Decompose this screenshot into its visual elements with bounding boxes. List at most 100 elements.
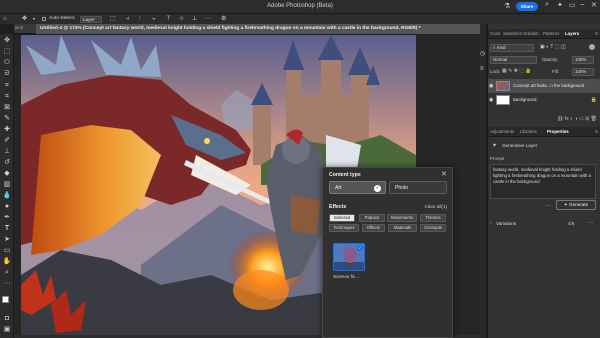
hand-icon[interactable]: ✋ — [2, 257, 12, 267]
clear-all-link[interactable]: Clear all(1) — [425, 204, 447, 209]
frame-icon[interactable]: ⊠ — [2, 103, 12, 113]
content-type-photo-button[interactable]: Photo — [389, 181, 447, 194]
crop-icon[interactable]: ⌗ — [2, 92, 12, 102]
layer-thumbnail — [496, 81, 510, 91]
more-options-icon[interactable]: ··· — [205, 14, 211, 24]
close-window-icon[interactable]: ✕ — [591, 1, 597, 9]
layer-thumbnail — [496, 95, 510, 105]
tab-swatches[interactable]: Swatches — [503, 29, 522, 39]
marquee-icon[interactable]: ⬭ — [2, 58, 12, 68]
move-icon[interactable]: ✥ — [2, 36, 12, 46]
tab-patterns[interactable]: Patterns — [543, 29, 559, 39]
filter-pixel-icon[interactable]: ▣ ◐ T ⬚ ◫ — [540, 44, 566, 50]
chevron-right-icon[interactable]: › — [490, 220, 492, 225]
chip-popular[interactable]: Popular — [359, 214, 385, 222]
blur-icon[interactable]: 💧 — [2, 191, 12, 201]
document-tab-title: Untitled-4 @ 174% (Concept art fantasy w… — [40, 26, 421, 31]
layer-row[interactable]: ◉ Concept art fanta...n the background — [488, 79, 600, 93]
align-left-icon[interactable]: ⫞ — [126, 14, 129, 24]
prompt-textarea[interactable]: fantasy world, medieval knight holding a… — [490, 164, 596, 199]
generative-layer-label: Generative Layer — [502, 143, 538, 148]
stamp-icon[interactable]: ⊥ — [2, 147, 12, 157]
tab-layers[interactable]: Layers — [565, 29, 579, 39]
tab-color[interactable]: Color — [490, 29, 501, 39]
align-center-icon[interactable]: ⫶ — [139, 14, 141, 24]
gear-icon[interactable]: ⚙ — [221, 14, 226, 24]
blend-mode-dropdown[interactable]: Normal — [490, 56, 537, 64]
path-select-icon[interactable]: ➤ — [2, 235, 12, 245]
align-top-icon[interactable]: ⊤ — [166, 14, 171, 24]
align-middle-icon[interactable]: ⊹ — [179, 14, 184, 24]
eyedropper-icon[interactable]: ✎ — [2, 114, 12, 124]
close-icon[interactable]: ✕ — [441, 170, 447, 178]
artboard-icon[interactable]: ⬚ — [2, 47, 12, 57]
auto-select-dropdown[interactable]: Layer — [80, 15, 102, 23]
chip-techniques[interactable]: Techniques — [329, 224, 359, 232]
active-document-tab[interactable]: Untitled-4 @ 174% (Concept art fantasy w… — [36, 24, 480, 34]
chip-selected[interactable]: Selected — [329, 214, 355, 222]
visibility-icon[interactable]: ◉ — [489, 93, 493, 107]
tab-properties[interactable]: Properties — [547, 127, 569, 137]
chip-concepts[interactable]: Concepts — [420, 224, 446, 232]
effect-thumbnail[interactable]: ✓ — [333, 243, 365, 271]
previous-document-tab[interactable]: xt-2 — [15, 26, 23, 31]
quick-mask-icon[interactable]: ◘ — [2, 314, 12, 324]
eraser-icon[interactable]: ◆ — [2, 169, 12, 179]
align-bottom-icon[interactable]: ⊥ — [192, 14, 197, 24]
variations-count: 4/6 — [568, 221, 575, 226]
layer-row[interactable]: ◉ Background 🔒 — [488, 93, 600, 107]
brush-icon[interactable]: ✐ — [2, 136, 12, 146]
fill-field[interactable]: 100% — [572, 68, 594, 76]
minimize-icon[interactable]: − — [580, 0, 585, 9]
content-type-art-button[interactable]: Art ✓ — [329, 181, 386, 194]
zoom-icon[interactable]: ⌕ — [2, 268, 12, 278]
tab-adjustments[interactable]: Adjustments — [490, 127, 514, 137]
tools-panel: ✥ ⬚ ⬭ ᘐ ⌗ ⌗ ⊠ ✎ ✚ ✐ ⊥ ↺ ◆ ▥ 💧 ● ✒ T ➤ ▭ … — [0, 34, 14, 338]
chip-themes[interactable]: Themes — [420, 214, 446, 222]
tab-libraries[interactable]: Libraries — [520, 127, 537, 137]
panel-menu-icon[interactable]: ≡ — [595, 31, 598, 37]
sparkle-icon[interactable]: ✦ — [557, 1, 563, 9]
object-select-icon[interactable]: ⌗ — [2, 81, 12, 91]
generative-layer-icon: ✦ — [492, 143, 498, 149]
pen-icon[interactable]: ✒ — [2, 213, 12, 223]
shape-icon[interactable]: ▭ — [2, 246, 12, 256]
more-options-icon[interactable]: ··· — [545, 203, 550, 209]
screen-mode-icon[interactable]: ▣ — [2, 325, 12, 335]
panel-menu-icon[interactable]: ≡ — [595, 129, 598, 135]
lasso-icon[interactable]: ᘐ — [2, 69, 12, 79]
dodge-icon[interactable]: ● — [2, 202, 12, 212]
chip-materials[interactable]: Materials — [388, 224, 417, 232]
share-button[interactable]: Share — [516, 2, 538, 11]
lock-icons[interactable]: ▦ ✎ ✥ ⬚ 🔒 — [502, 68, 532, 74]
home-icon[interactable]: ⌂ — [3, 14, 7, 24]
move-tool-icon[interactable]: ✥ — [22, 14, 27, 24]
filter-kind-value: Kind — [496, 45, 506, 50]
type-icon[interactable]: T — [2, 224, 12, 234]
auto-select-checkbox[interactable] — [42, 17, 46, 21]
more-options-icon[interactable]: ··· — [588, 220, 593, 226]
filter-toggle[interactable] — [589, 44, 595, 50]
align-right-icon[interactable]: ⫟ — [152, 14, 156, 24]
chevron-down-icon[interactable]: ▾ — [33, 14, 35, 24]
flask-icon[interactable]: ⚗ — [504, 2, 510, 10]
workspace-icon[interactable]: ▭ — [569, 1, 576, 9]
more-tools-icon[interactable]: ··· — [2, 279, 12, 289]
foreground-color[interactable] — [2, 296, 9, 303]
history-panel-icon[interactable]: ◷ — [480, 50, 485, 57]
generate-button[interactable]: ✦ Generate — [556, 200, 596, 210]
healing-icon[interactable]: ✚ — [2, 125, 12, 135]
opacity-field[interactable]: 100% — [572, 56, 594, 64]
search-icon[interactable]: ⌕ — [545, 1, 549, 9]
layer-filter-dropdown[interactable]: ⌕ Kind — [490, 44, 534, 52]
properties-panel-icon[interactable]: ≡ — [480, 66, 484, 72]
chip-movements[interactable]: Movements — [387, 214, 417, 222]
layers-panel-tabs: Color Swatches Gradien Patterns Layers ≡ — [488, 29, 600, 39]
chip-effects[interactable]: Effects — [362, 224, 385, 232]
history-brush-icon[interactable]: ↺ — [2, 158, 12, 168]
transform-controls-icon[interactable]: ⬚ — [110, 14, 116, 24]
layers-panel-footer: ⛓ fx ◐ ◑ ▭ ⊞ 🗑 — [557, 116, 597, 122]
gradient-icon[interactable]: ▥ — [2, 180, 12, 190]
tab-gradients[interactable]: Gradien — [523, 29, 539, 39]
visibility-icon[interactable]: ◉ — [489, 79, 493, 93]
